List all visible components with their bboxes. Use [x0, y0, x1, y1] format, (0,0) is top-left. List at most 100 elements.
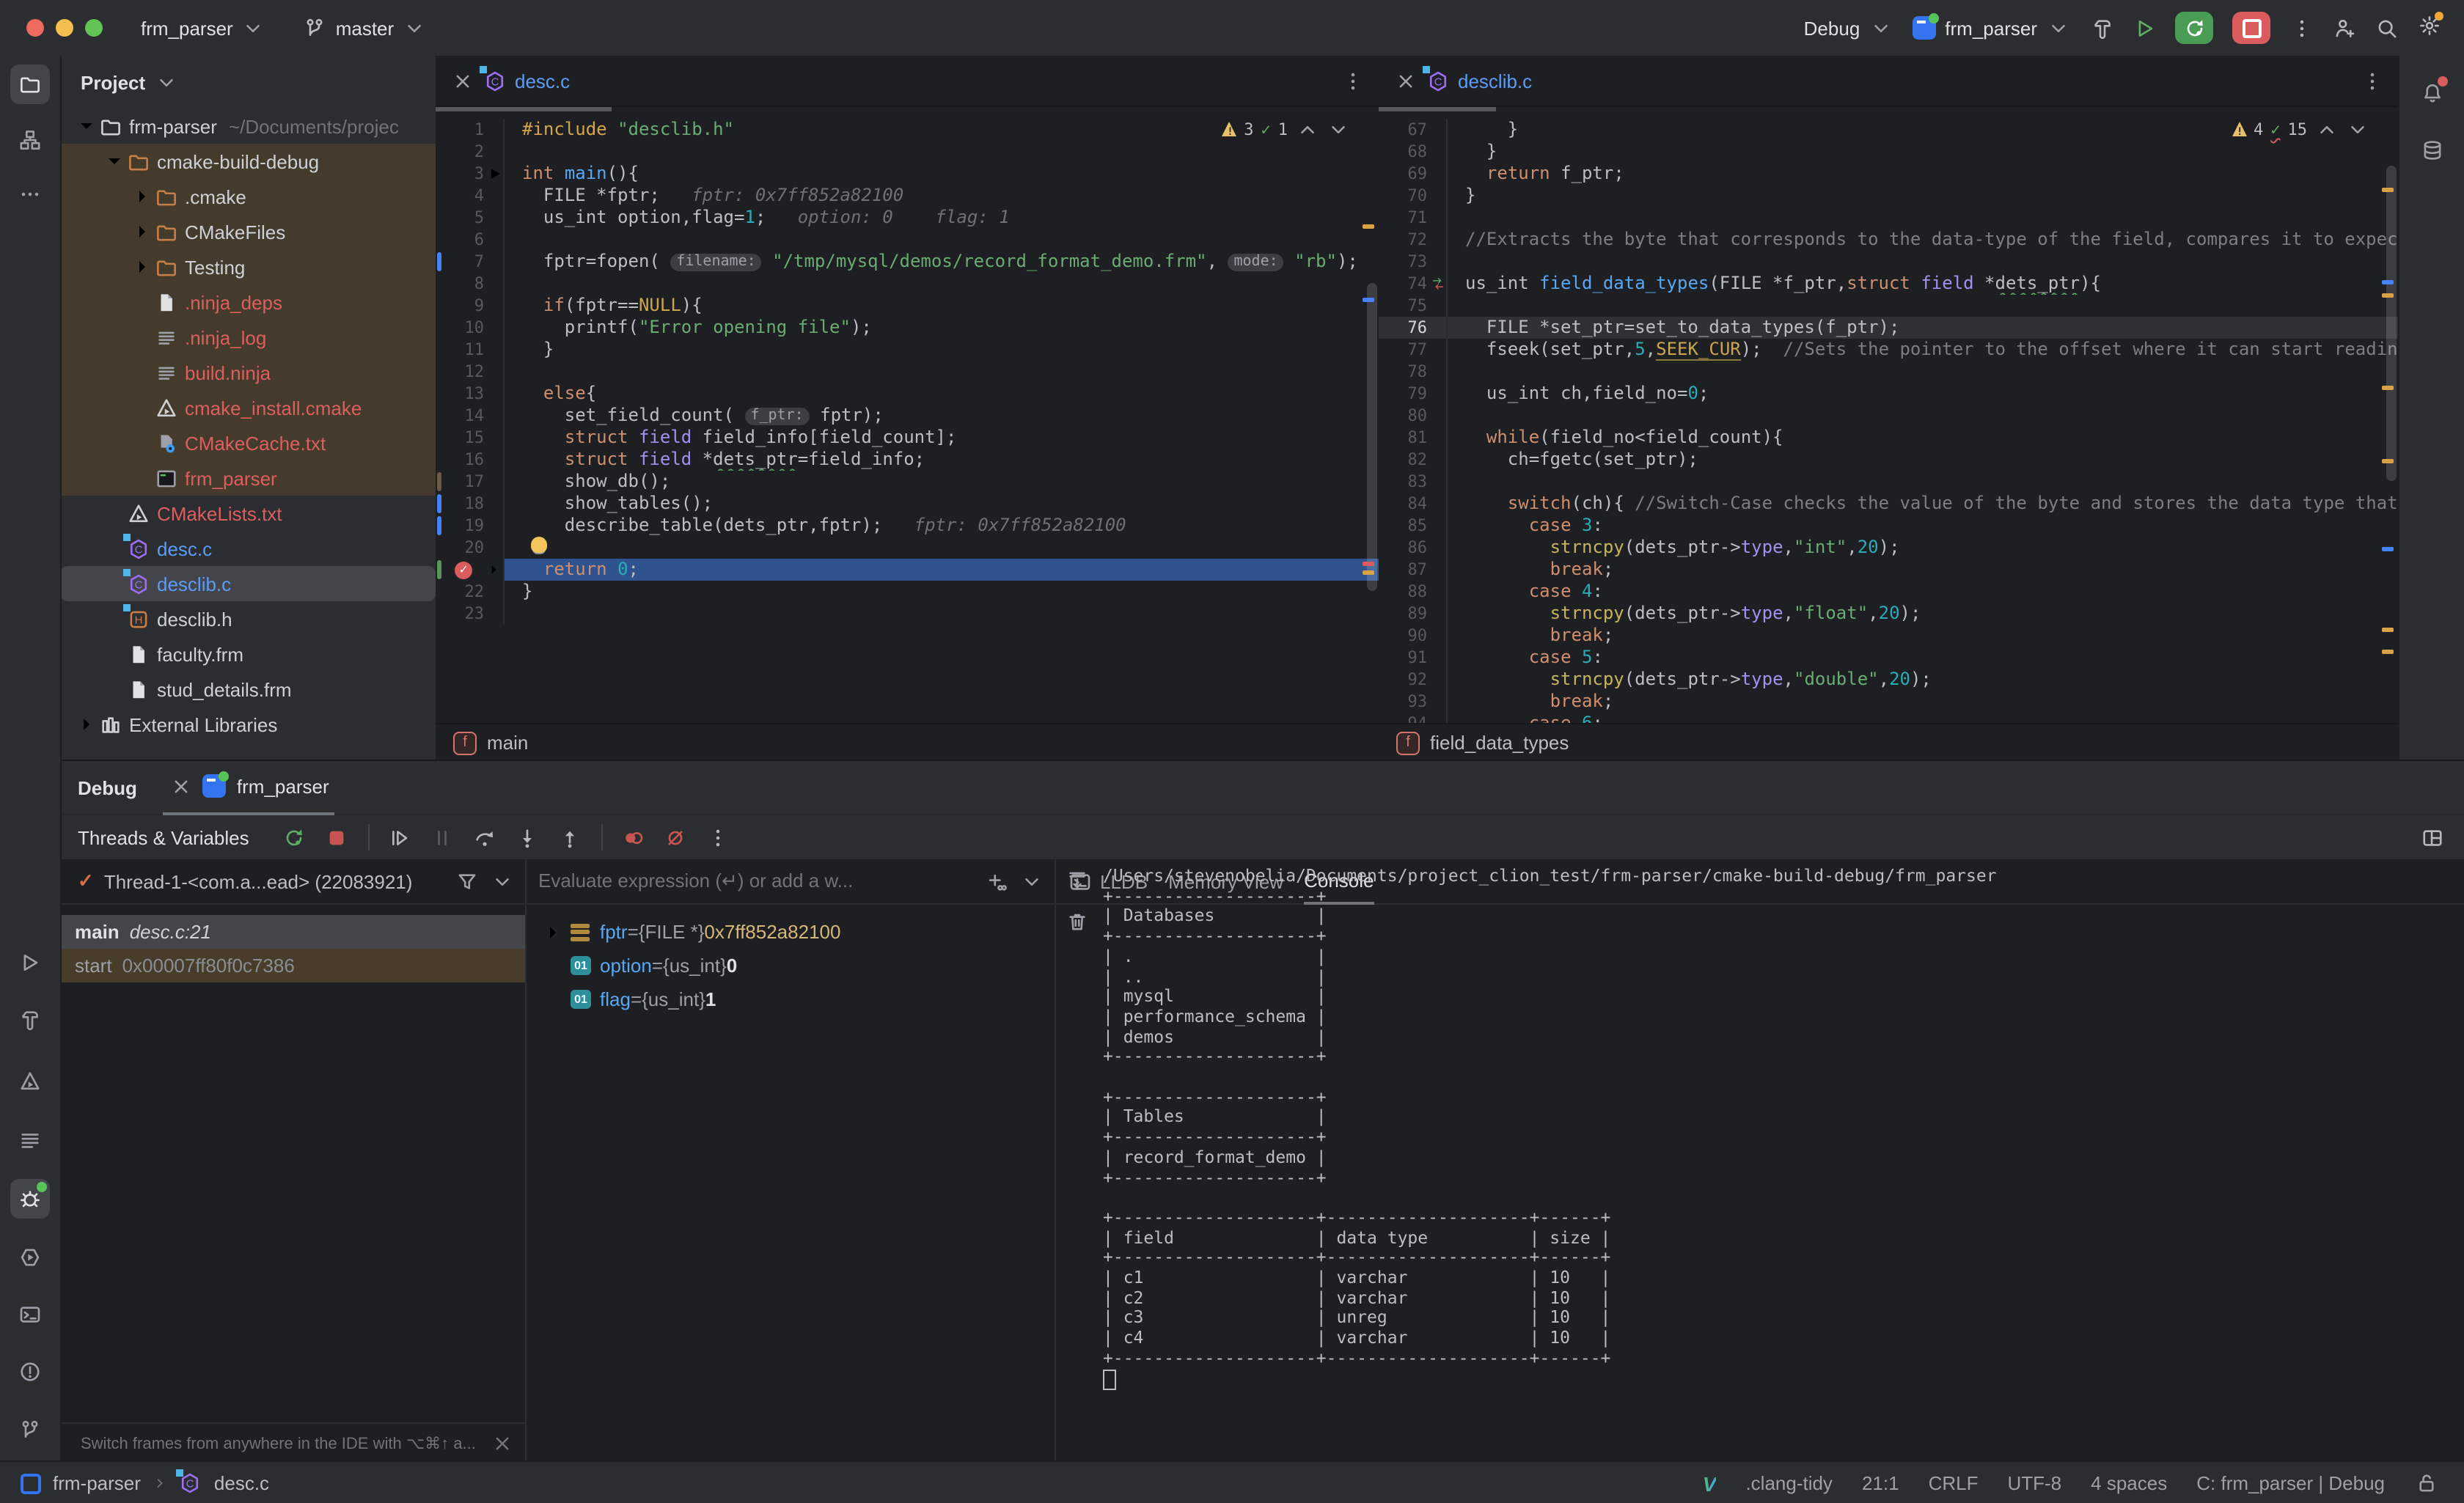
trash-icon[interactable]: [1065, 909, 1088, 933]
code-line-92[interactable]: 92 strncpy(dets_ptr->type,"double",20);: [1379, 669, 2398, 691]
debug-session-tab[interactable]: frm_parser: [164, 760, 335, 815]
next-issue-icon[interactable]: [1326, 117, 1349, 141]
code-text[interactable]: strncpy(dets_ptr->type,"float",20);: [1448, 603, 2398, 625]
code-text[interactable]: [505, 229, 1379, 251]
close-session-icon[interactable]: [169, 774, 193, 798]
gutter[interactable]: 23: [436, 603, 505, 625]
tree-item-cmakecache-txt[interactable]: CMakeCache.txt: [60, 425, 436, 460]
tree-item-testing[interactable]: Testing: [60, 249, 436, 284]
gutter[interactable]: 77: [1379, 339, 1448, 361]
rerun-debug-icon[interactable]: [283, 826, 307, 849]
resume-icon[interactable]: [389, 826, 412, 849]
gutter[interactable]: 81: [1379, 427, 1448, 449]
strip-more-horizontal[interactable]: [10, 174, 50, 214]
gutter[interactable]: ✓: [436, 559, 505, 581]
code-line-22[interactable]: 22}: [436, 581, 1379, 603]
gutter[interactable]: 73: [1379, 251, 1448, 273]
status-utf-8[interactable]: UTF-8: [2007, 1472, 2061, 1494]
thread-selector[interactable]: ✓ Thread-1-<com.a...ead> (22083921): [60, 859, 525, 905]
expand-icon[interactable]: [541, 920, 565, 944]
lock-open-icon[interactable]: [2414, 1471, 2438, 1495]
scrollbar-thumb[interactable]: [1367, 283, 1377, 591]
tree-item-cmake-install-cmake[interactable]: cmake_install.cmake: [60, 390, 436, 425]
tree-item-frm-parser[interactable]: frm-parser~/Documents/projec: [60, 109, 436, 144]
code-line-9[interactable]: 9 if(fptr==NULL){: [436, 295, 1379, 317]
frame-start[interactable]: start0x00007ff80f0c7386: [60, 949, 525, 982]
variable-option[interactable]: 01option = {us_int} 0: [527, 949, 1055, 982]
code-text[interactable]: switch(ch){ //Switch-Case checks the val…: [1448, 493, 2398, 515]
gutter[interactable]: 11: [436, 339, 505, 361]
code-line-93[interactable]: 93 break;: [1379, 691, 2398, 713]
gutter[interactable]: 1: [436, 119, 505, 141]
variable-fptr[interactable]: fptr = {FILE *} 0x7ff852a82100: [527, 915, 1055, 949]
breadcrumb-function[interactable]: main: [487, 732, 528, 754]
stop-square-icon[interactable]: [326, 826, 349, 849]
tree-item-desc-c[interactable]: Cdesc.c: [60, 531, 436, 566]
gutter[interactable]: 69: [1379, 163, 1448, 185]
code-line-7[interactable]: 7 fptr=fopen( filename: "/tmp/mysql/demo…: [436, 251, 1379, 273]
add-user-icon[interactable]: [2332, 16, 2355, 40]
status-4-spaces[interactable]: 4 spaces: [2091, 1472, 2167, 1494]
variable-flag[interactable]: 01flag = {us_int} 1: [527, 982, 1055, 1016]
code-text[interactable]: us_int ch,field_no=0;: [1448, 383, 2398, 405]
code-text[interactable]: [505, 603, 1379, 625]
code-text[interactable]: struct field field_info[field_count];: [505, 427, 1379, 449]
step-over-icon[interactable]: [474, 826, 497, 849]
code-text[interactable]: fseek(set_ptr,5,SEEK_CUR); //Sets the po…: [1448, 339, 2398, 361]
gutter[interactable]: 74: [1379, 273, 1448, 295]
strip-todo-lines[interactable]: [10, 1120, 50, 1160]
status-crlf[interactable]: CRLF: [1929, 1472, 1979, 1494]
tab-desclib-c[interactable]: desclib.c: [1458, 70, 1532, 92]
build-hammer-icon[interactable]: [2090, 16, 2113, 40]
tree-item-cmake-build-debug[interactable]: cmake-build-debug: [60, 144, 436, 179]
code-line-72[interactable]: 72//Extracts the byte that corresponds t…: [1379, 229, 2398, 251]
gutter[interactable]: 72: [1379, 229, 1448, 251]
evaluate-input[interactable]: Evaluate expression (↵) or add a w...: [527, 859, 1055, 905]
code-line-20[interactable]: 20: [436, 537, 1379, 559]
zoom-window-button[interactable]: [85, 19, 103, 37]
tree-item-cmakelists-txt[interactable]: CMakeLists.txt: [60, 496, 436, 531]
code-text[interactable]: [505, 273, 1379, 295]
layout-settings-icon[interactable]: [2420, 826, 2443, 849]
code-line-5[interactable]: 5 us_int option,flag=1; option: 0 flag: …: [436, 207, 1379, 229]
filter-icon[interactable]: [455, 870, 478, 893]
tab-options-icon[interactable]: [1341, 69, 1364, 92]
tree-item-cmake[interactable]: .cmake: [60, 179, 436, 214]
status-file[interactable]: desc.c: [214, 1472, 269, 1494]
code-line-14[interactable]: 14 set_field_count( f_ptr: fptr);: [436, 405, 1379, 427]
dismiss-hint-icon[interactable]: [491, 1431, 514, 1455]
hscroll-indicator[interactable]: [1379, 107, 1496, 111]
code-text[interactable]: [1448, 471, 2398, 493]
code-text[interactable]: [505, 361, 1379, 383]
strip-project-folder[interactable]: [10, 65, 50, 104]
tree-chevron-icon[interactable]: [75, 713, 98, 736]
code-text[interactable]: case 5:: [1448, 647, 2398, 669]
code-line-74[interactable]: 74us_int field_data_types(FILE *f_ptr,st…: [1379, 273, 2398, 295]
code-line-87[interactable]: 87 break;: [1379, 559, 2398, 581]
strip-build-hammer[interactable]: [10, 1000, 50, 1040]
code-text[interactable]: show_tables();: [505, 493, 1379, 515]
tree-item-desclib-c[interactable]: Cdesclib.c: [60, 566, 436, 601]
tree-chevron-icon[interactable]: [131, 220, 154, 243]
tree-chevron-icon[interactable]: [131, 185, 154, 208]
code-text[interactable]: break;: [1448, 625, 2398, 647]
status-c-frm-parser-debug[interactable]: C: frm_parser | Debug: [2196, 1472, 2385, 1494]
mute-breakpoints-icon[interactable]: [664, 826, 688, 849]
frame-main[interactable]: maindesc.c:21: [60, 915, 525, 949]
gutter[interactable]: 83: [1379, 471, 1448, 493]
gutter[interactable]: 16: [436, 449, 505, 471]
strip-structure[interactable]: [10, 120, 50, 160]
strip-terminal[interactable]: [10, 1295, 50, 1334]
gutter[interactable]: 20: [436, 537, 505, 559]
code-line-3[interactable]: 3int main(){: [436, 163, 1379, 185]
code-text[interactable]: }: [505, 339, 1379, 361]
code-text[interactable]: case 6:: [1448, 713, 2398, 723]
window-controls[interactable]: [26, 19, 103, 37]
gutter[interactable]: 8: [436, 273, 505, 295]
code-line-11[interactable]: 11 }: [436, 339, 1379, 361]
tree-chevron-icon[interactable]: [131, 255, 154, 279]
gutter[interactable]: 78: [1379, 361, 1448, 383]
gutter[interactable]: 88: [1379, 581, 1448, 603]
tree-item-desclib-h[interactable]: Hdesclib.h: [60, 601, 436, 636]
gutter[interactable]: 92: [1379, 669, 1448, 691]
